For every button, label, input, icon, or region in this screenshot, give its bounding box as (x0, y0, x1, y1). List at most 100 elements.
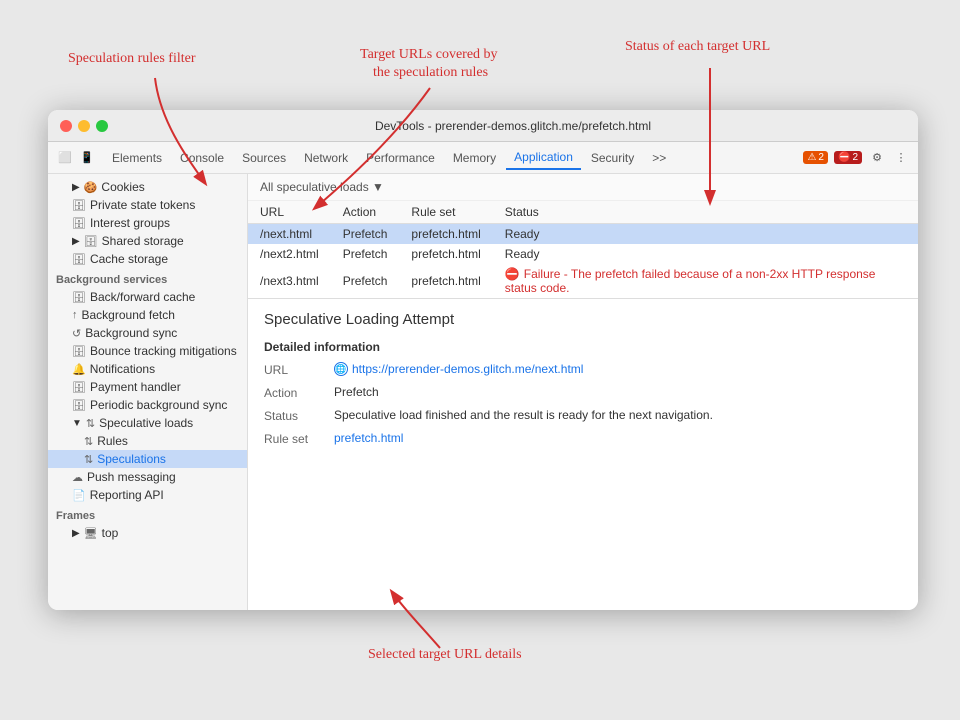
tab-more[interactable]: >> (644, 147, 674, 169)
bounce-tracking-icon: 🗄 (72, 345, 86, 358)
cell-action: Prefetch (331, 264, 400, 298)
sidebar-item-background-fetch[interactable]: ↑ Background fetch (48, 306, 247, 324)
cache-storage-icon: 🗄 (72, 253, 86, 266)
background-services-section: Background services (48, 268, 247, 288)
detail-value-status: Speculative load finished and the result… (334, 408, 902, 422)
sidebar-item-cache-storage[interactable]: 🗄 Cache storage (48, 250, 247, 268)
sidebar-item-push-messaging[interactable]: ☁ Push messaging (48, 468, 247, 486)
toolbar-icons: ⬜ 📱 (56, 149, 96, 167)
cell-url: /next.html (248, 224, 331, 245)
detail-label-status: Status (264, 408, 334, 423)
tab-performance[interactable]: Performance (358, 147, 443, 169)
sidebar-item-back-forward-cache[interactable]: 🗄 Back/forward cache (48, 288, 247, 306)
device-icon[interactable]: 📱 (78, 149, 96, 167)
back-forward-icon: 🗄 (72, 291, 86, 304)
svg-text:Speculation rules filter: Speculation rules filter (68, 51, 196, 66)
sidebar-item-reporting-api[interactable]: 📄 Reporting API (48, 486, 247, 504)
inspect-icon[interactable]: ⬜ (56, 149, 74, 167)
interest-groups-icon: 🗄 (72, 217, 86, 230)
sidebar-item-notifications[interactable]: 🔔 Notifications (48, 360, 247, 378)
cell-ruleset: prefetch.html (399, 224, 492, 245)
private-state-icon: 🗄 (72, 199, 86, 212)
minimize-button[interactable] (78, 120, 90, 132)
push-messaging-icon: ☁ (72, 471, 83, 484)
reporting-api-icon: 📄 (72, 489, 86, 502)
settings-icon[interactable]: ⚙ (868, 149, 886, 167)
detail-value-ruleset: prefetch.html (334, 431, 902, 445)
warning-badge: ⚠ 2 (803, 151, 828, 164)
cell-url: /next2.html (248, 244, 331, 264)
table-area: All speculative loads ▼ URL Action Rule … (248, 174, 918, 299)
window-title: DevTools - prerender-demos.glitch.me/pre… (120, 119, 906, 133)
tab-security[interactable]: Security (583, 147, 642, 169)
devtools-window: DevTools - prerender-demos.glitch.me/pre… (48, 110, 918, 610)
main-panel: All speculative loads ▼ URL Action Rule … (248, 174, 918, 610)
table-row[interactable]: /next2.htmlPrefetchprefetch.htmlReady (248, 244, 918, 264)
detail-row-action: Action Prefetch (264, 385, 902, 400)
cell-action: Prefetch (331, 224, 400, 245)
maximize-button[interactable] (96, 120, 108, 132)
error-badge: ⛔ 2 (834, 151, 862, 164)
content-area: ▶ 🍪 Cookies 🗄 Private state tokens 🗄 Int… (48, 174, 918, 610)
periodic-sync-icon: 🗄 (72, 399, 86, 412)
detail-label-action: Action (264, 385, 334, 400)
sidebar-item-speculations[interactable]: ⇅ Speculations (48, 450, 247, 468)
detail-row-ruleset: Rule set prefetch.html (264, 431, 902, 446)
sidebar-item-private-state-tokens[interactable]: 🗄 Private state tokens (48, 196, 247, 214)
sidebar-item-payment-handler[interactable]: 🗄 Payment handler (48, 378, 247, 396)
shared-storage-triangle-icon: ▶ (72, 236, 80, 247)
detail-label-ruleset: Rule set (264, 431, 334, 446)
sidebar-item-shared-storage[interactable]: ▶ 🗄 Shared storage (48, 232, 247, 250)
tab-elements[interactable]: Elements (104, 147, 170, 169)
bg-fetch-icon: ↑ (72, 309, 78, 321)
speculative-loads-table: URL Action Rule set Status /next.htmlPre… (248, 201, 918, 298)
close-button[interactable] (60, 120, 72, 132)
payment-handler-icon: 🗄 (72, 381, 86, 394)
sidebar-item-speculative-loads[interactable]: ▼ ⇅ Speculative loads (48, 414, 247, 432)
ruleset-link-text: prefetch.html (334, 431, 403, 445)
toolbar-right: ⚠ 2 ⛔ 2 ⚙ ⋮ (803, 149, 910, 167)
url-link[interactable]: 🌐 https://prerender-demos.glitch.me/next… (334, 362, 902, 376)
col-ruleset[interactable]: Rule set (399, 201, 492, 224)
svg-text:Target URLs covered by: Target URLs covered by (360, 47, 498, 62)
col-status[interactable]: Status (493, 201, 918, 224)
tab-sources[interactable]: Sources (234, 147, 294, 169)
sidebar: ▶ 🍪 Cookies 🗄 Private state tokens 🗄 Int… (48, 174, 248, 610)
speculative-loads-icon: ⇅ (86, 417, 95, 430)
tab-console[interactable]: Console (172, 147, 232, 169)
tab-network[interactable]: Network (296, 147, 356, 169)
rules-icon: ⇅ (84, 435, 93, 448)
all-speculative-loads-label[interactable]: All speculative loads ▼ (248, 174, 918, 201)
tab-memory[interactable]: Memory (445, 147, 504, 169)
sidebar-item-bounce-tracking[interactable]: 🗄 Bounce tracking mitigations (48, 342, 247, 360)
traffic-lights (60, 120, 108, 132)
frames-section: Frames (48, 504, 247, 524)
col-action[interactable]: Action (331, 201, 400, 224)
top-frame-icon: 🖥 (84, 527, 98, 540)
sidebar-item-rules[interactable]: ⇅ Rules (48, 432, 247, 450)
sidebar-item-interest-groups[interactable]: 🗄 Interest groups (48, 214, 247, 232)
cell-status: Ready (493, 244, 918, 264)
sidebar-item-periodic-bg-sync[interactable]: 🗄 Periodic background sync (48, 396, 247, 414)
cell-ruleset: prefetch.html (399, 244, 492, 264)
svg-text:Selected target URL details: Selected target URL details (368, 647, 522, 662)
table-row[interactable]: /next.htmlPrefetchprefetch.htmlReady (248, 224, 918, 245)
table-row[interactable]: /next3.htmlPrefetchprefetch.html⛔Failure… (248, 264, 918, 298)
detail-value-url: 🌐 https://prerender-demos.glitch.me/next… (334, 362, 902, 376)
title-bar: DevTools - prerender-demos.glitch.me/pre… (48, 110, 918, 142)
toolbar: ⬜ 📱 Elements Console Sources Network Per… (48, 142, 918, 174)
cell-url: /next3.html (248, 264, 331, 298)
cookies-triangle-icon: ▶ (72, 182, 80, 193)
ruleset-link[interactable]: prefetch.html (334, 431, 902, 445)
detail-title: Speculative Loading Attempt (264, 311, 902, 328)
cell-ruleset: prefetch.html (399, 264, 492, 298)
col-url[interactable]: URL (248, 201, 331, 224)
sidebar-item-top-frame[interactable]: ▶ 🖥 top (48, 524, 247, 542)
sidebar-item-cookies[interactable]: ▶ 🍪 Cookies (48, 178, 247, 196)
more-options-icon[interactable]: ⋮ (892, 149, 910, 167)
cell-status: ⛔Failure - The prefetch failed because o… (493, 264, 918, 298)
tab-application[interactable]: Application (506, 146, 581, 170)
cell-status: Ready (493, 224, 918, 245)
cell-action: Prefetch (331, 244, 400, 264)
sidebar-item-background-sync[interactable]: ↺ Background sync (48, 324, 247, 342)
